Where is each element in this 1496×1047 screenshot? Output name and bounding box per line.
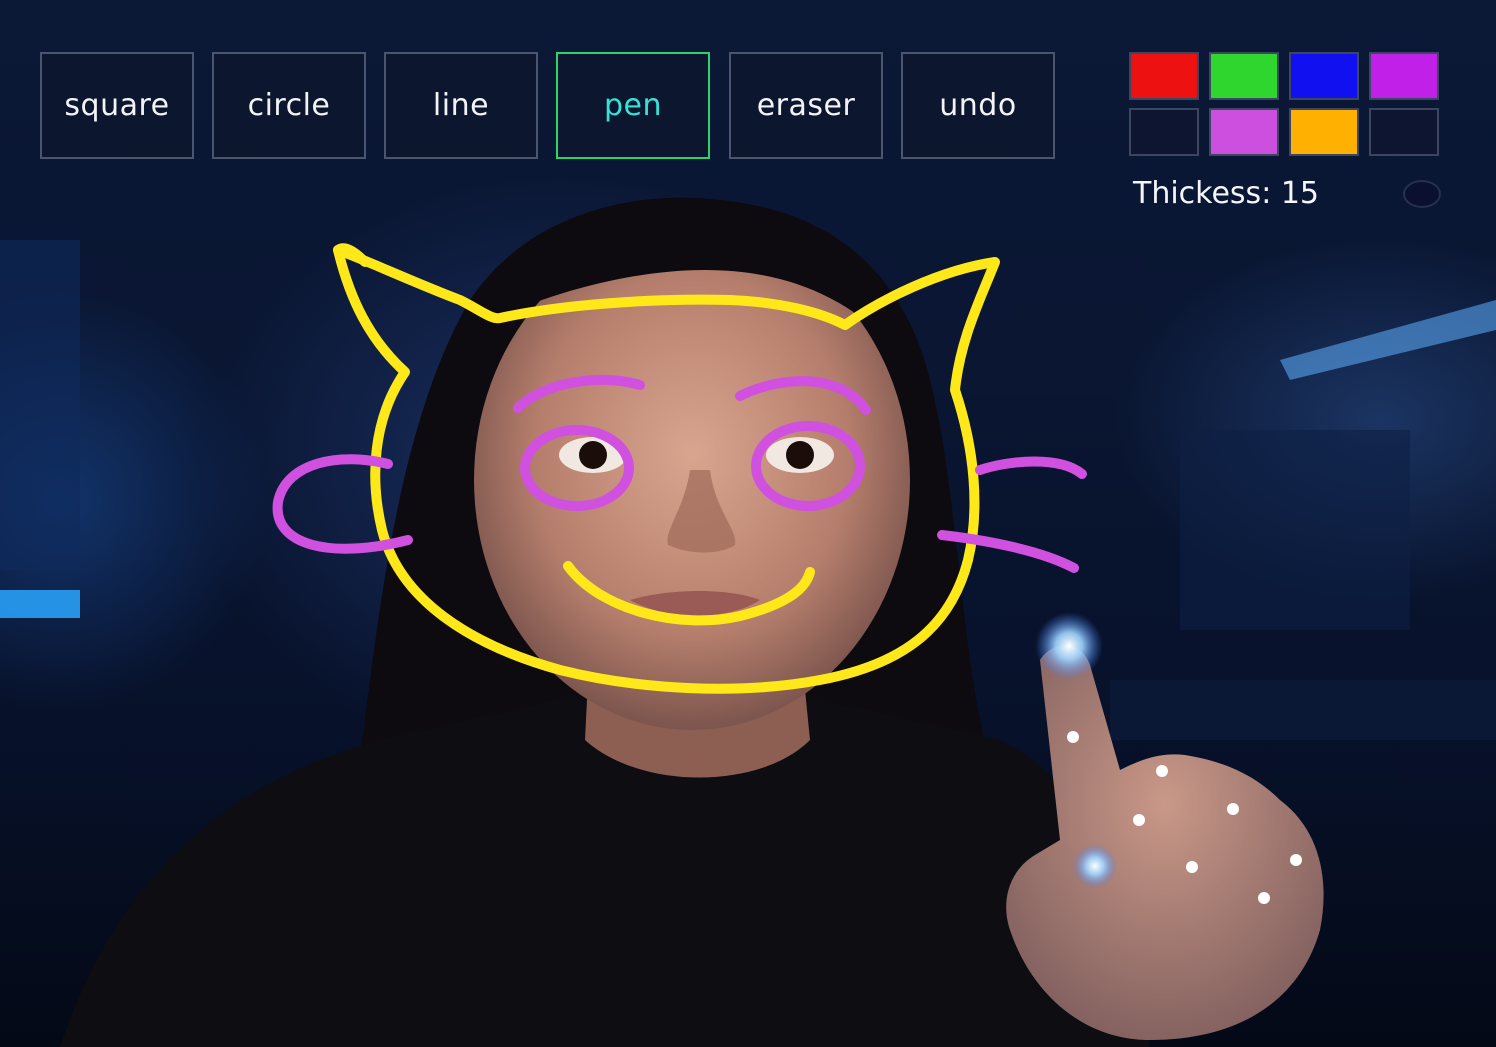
- color-swatch-red[interactable]: [1129, 52, 1199, 100]
- smile-stroke: [563, 561, 815, 626]
- thickness-label: Thickess: 15: [1133, 176, 1320, 211]
- drawing-canvas[interactable]: square circle line pen eraser undo Thick…: [0, 0, 1496, 1047]
- pen-tool-button[interactable]: pen: [556, 52, 710, 159]
- color-swatch-orange[interactable]: [1289, 108, 1359, 156]
- cat-face-stroke: [333, 245, 1000, 694]
- right-brow-stroke: [735, 376, 871, 415]
- color-swatch-dark[interactable]: [1369, 108, 1439, 156]
- circle-tool-button[interactable]: circle: [212, 52, 366, 159]
- color-swatch-black[interactable]: [1129, 108, 1199, 156]
- line-tool-button[interactable]: line: [384, 52, 538, 159]
- color-swatch-purple[interactable]: [1369, 52, 1439, 100]
- right-eye-ring-stroke: [751, 421, 865, 511]
- square-tool-button[interactable]: square: [40, 52, 194, 159]
- color-swatch-blue[interactable]: [1289, 52, 1359, 100]
- color-swatch-magenta[interactable]: [1209, 108, 1279, 156]
- color-swatch-green[interactable]: [1209, 52, 1279, 100]
- right-whisker-top-stroke: [975, 456, 1087, 479]
- left-brow-stroke: [513, 374, 645, 413]
- left-eye-ring-stroke: [520, 425, 634, 511]
- eraser-tool-button[interactable]: eraser: [729, 52, 883, 159]
- right-whisker-bottom-stroke: [937, 530, 1079, 573]
- thickness-preview-dot[interactable]: [1403, 180, 1441, 208]
- undo-button[interactable]: undo: [901, 52, 1055, 159]
